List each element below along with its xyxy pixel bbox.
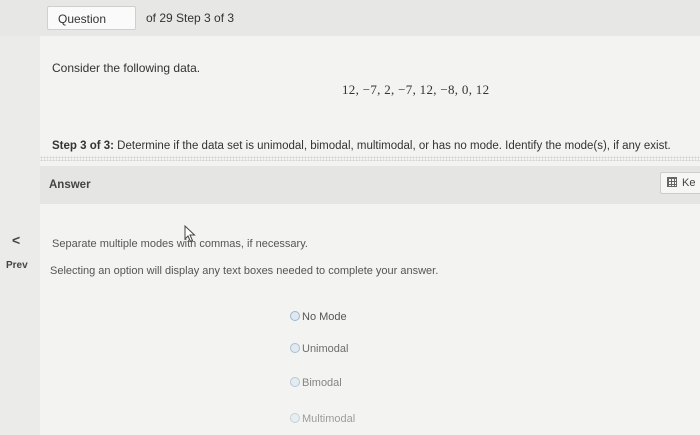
mouse-cursor-icon bbox=[184, 225, 196, 243]
answer-label: Answer bbox=[49, 179, 91, 191]
step-prompt: Step 3 of 3: Determine if the data set i… bbox=[52, 140, 671, 152]
step-prompt-label: Step 3 of 3: bbox=[52, 140, 114, 152]
hint-select-option: Selecting an option will display any tex… bbox=[50, 265, 439, 277]
divider bbox=[40, 156, 700, 161]
hint-separate-modes: Separate multiple modes with commas, if … bbox=[52, 238, 308, 250]
radio-icon[interactable] bbox=[290, 343, 300, 353]
keypad-icon bbox=[667, 177, 677, 187]
radio-icon[interactable] bbox=[290, 311, 300, 321]
option-label: Unimodal bbox=[302, 343, 349, 355]
option-label: Multimodal bbox=[302, 413, 356, 425]
chevron-left-icon[interactable]: < bbox=[12, 232, 20, 248]
data-set: 12, −7, 2, −7, 12, −8, 0, 12 bbox=[342, 82, 490, 97]
option-label: Bimodal bbox=[302, 377, 342, 389]
option-no-mode[interactable]: No Mode bbox=[290, 311, 347, 323]
keypad-label: Ke bbox=[682, 177, 696, 189]
keypad-button[interactable]: Ke bbox=[660, 172, 700, 194]
step-prompt-text: Determine if the data set is unimodal, b… bbox=[113, 140, 671, 152]
radio-icon[interactable] bbox=[290, 413, 300, 423]
option-unimodal[interactable]: Unimodal bbox=[290, 343, 348, 355]
problem-lead: Consider the following data. bbox=[52, 61, 201, 75]
option-label: No Mode bbox=[302, 311, 347, 323]
option-multimodal[interactable]: Multimodal bbox=[290, 413, 355, 425]
question-dropdown[interactable]: Question 10▼ bbox=[47, 6, 136, 50]
prev-button[interactable]: Prev bbox=[6, 260, 28, 271]
step-indicator: of 29 Step 3 of 3 bbox=[146, 11, 235, 25]
radio-icon[interactable] bbox=[290, 377, 300, 387]
option-bimodal[interactable]: Bimodal bbox=[290, 377, 342, 389]
answer-header bbox=[40, 166, 700, 204]
